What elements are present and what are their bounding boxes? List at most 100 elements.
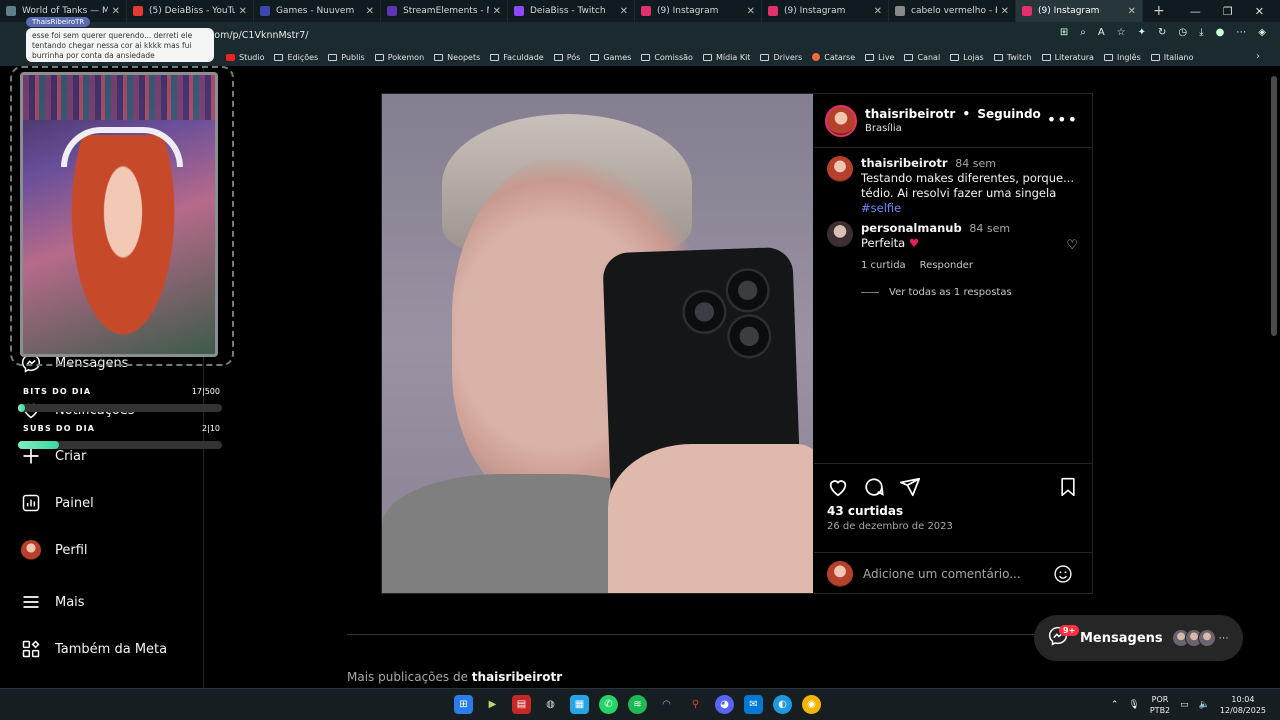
sidebar-item-tambem-da-meta[interactable]: Também da Meta	[20, 638, 167, 660]
close-tab-icon[interactable]: ✕	[874, 6, 882, 17]
browser-tab[interactable]: (9) Instagram ✕	[1016, 0, 1143, 22]
commenter-username[interactable]: personalmanub	[861, 221, 962, 235]
bookmark-item[interactable]: Catarse	[812, 53, 855, 62]
discord-icon[interactable]: ◕	[715, 695, 734, 714]
emoji-picker-icon[interactable]	[1053, 564, 1073, 584]
caption-avatar[interactable]	[827, 156, 853, 182]
bookmark-item[interactable]: Drivers	[760, 53, 802, 62]
clock[interactable]: 10:04 12/08/2025	[1220, 694, 1266, 716]
profile-avatar-icon[interactable]: ●	[1216, 27, 1225, 38]
zoom-icon[interactable]: ⌕	[1080, 27, 1086, 38]
bookmark-item[interactable]: Literatura	[1041, 53, 1094, 62]
bookmark-item[interactable]: Live	[865, 53, 894, 62]
new-tab-button[interactable]: +	[1143, 3, 1175, 19]
author-avatar[interactable]	[825, 104, 857, 137]
close-tab-icon[interactable]: ✕	[239, 6, 247, 17]
page-scrollbar[interactable]	[1271, 76, 1277, 336]
outlook-icon[interactable]: ✉	[744, 695, 763, 714]
bookmark-item[interactable]: Italiano	[1150, 53, 1194, 62]
spotify-icon[interactable]: ≋	[628, 695, 647, 714]
maximize-button[interactable]: ❐	[1223, 5, 1233, 18]
messages-floating-button[interactable]: Mensagens ⋯	[1034, 615, 1243, 661]
edge-icon[interactable]: ◐	[773, 695, 792, 714]
browser-tab[interactable]: (5) DeiaBiss - YouTube ✕	[127, 0, 254, 22]
post-photo[interactable]	[382, 94, 813, 593]
browser-tab[interactable]: (9) Instagram ✕	[762, 0, 889, 22]
whatsapp-icon[interactable]: ✆	[599, 695, 618, 714]
bookmark-item[interactable]: Canal	[904, 53, 940, 62]
minimize-button[interactable]: —	[1190, 5, 1201, 18]
caption-username[interactable]: thaisribeirotr	[861, 156, 948, 170]
sidebar-item-mais[interactable]: Mais	[20, 591, 85, 613]
bookmark-item[interactable]: Games	[590, 53, 631, 62]
bookmark-item[interactable]: Twitch	[993, 53, 1032, 62]
commenter-avatar[interactable]	[827, 221, 853, 247]
favorite-star-icon[interactable]: ☆	[1117, 27, 1126, 38]
like-heart-icon[interactable]	[827, 476, 849, 502]
start-windows-icon[interactable]: ⊞	[454, 695, 473, 714]
bookmark-item[interactable]: Pós	[553, 53, 580, 62]
chevron-up-icon[interactable]: ⌃	[1111, 700, 1119, 710]
bookmark-item[interactable]: Neopets	[434, 53, 480, 62]
comment-input[interactable]: Adicione um comentário...	[863, 567, 1053, 581]
bookmark-item[interactable]: Publis	[328, 53, 365, 62]
more-options-icon[interactable]: •••	[1047, 110, 1078, 129]
likes-count[interactable]: 43 curtidas	[827, 504, 903, 518]
url-text[interactable]: n.com/p/C1VknnMstr7/	[200, 30, 309, 41]
wallpaper-app-icon[interactable]: ◠	[657, 695, 676, 714]
view-replies-button[interactable]: Ver todas as 1 respostas	[861, 287, 1012, 298]
bookmark-item[interactable]: Edições	[274, 53, 318, 62]
notes-app-icon[interactable]: ▦	[570, 695, 589, 714]
browser-tab[interactable]: cabelo vermelho - Pesq ✕	[889, 0, 1016, 22]
author-username[interactable]: thaisribeirotr	[865, 107, 955, 121]
browser-tab[interactable]: Games - Nuuvem ✕	[254, 0, 381, 22]
bookmark-item[interactable]: Pokemon	[374, 53, 424, 62]
close-tab-icon[interactable]: ✕	[493, 6, 501, 17]
close-tab-icon[interactable]: ✕	[620, 6, 628, 17]
copilot-icon[interactable]: ◈	[1258, 27, 1266, 38]
refresh-icon[interactable]: ↻	[1158, 27, 1166, 38]
follow-state-button[interactable]: Seguindo	[977, 107, 1040, 121]
post-location[interactable]: Brasília	[865, 123, 1041, 134]
read-aloud-icon[interactable]: A	[1098, 27, 1105, 38]
close-tab-icon[interactable]: ✕	[366, 6, 374, 17]
bookmark-item[interactable]: Faculdade	[490, 53, 544, 62]
maps-pin-icon[interactable]: ⚲	[686, 695, 705, 714]
app-available-icon[interactable]: ⊞	[1060, 27, 1068, 38]
keyboard-language[interactable]: POR PTB2	[1150, 694, 1170, 716]
media-player-icon[interactable]: ▶	[483, 695, 502, 714]
sidebar-item-painel[interactable]: Painel	[20, 492, 94, 514]
download-icon[interactable]: ⤓	[1199, 27, 1203, 38]
bookmark-item[interactable]: Inglês	[1103, 53, 1141, 62]
bookmark-item[interactable]: Mídia Kit	[702, 53, 750, 62]
close-tab-icon[interactable]: ✕	[1128, 6, 1136, 17]
chevron-right-icon[interactable]: ›	[1256, 51, 1260, 62]
extensions-icon[interactable]: ✦	[1138, 27, 1146, 38]
browser-tab[interactable]: DeiaBiss - Twitch ✕	[508, 0, 635, 22]
bookmark-icon[interactable]	[1058, 476, 1078, 502]
more-menu-icon[interactable]: ⋯	[1236, 27, 1246, 38]
more-posts-user[interactable]: thaisribeirotr	[472, 670, 562, 684]
speaker-icon[interactable]: 🔈	[1199, 700, 1210, 710]
history-icon[interactable]: ◷	[1178, 27, 1187, 38]
comment-bubble-icon[interactable]	[863, 476, 885, 502]
share-send-icon[interactable]	[899, 476, 921, 502]
browser-tab[interactable]: (9) Instagram ✕	[635, 0, 762, 22]
close-tab-icon[interactable]: ✕	[1001, 6, 1009, 17]
network-icon[interactable]: ▭	[1180, 700, 1189, 710]
close-window-button[interactable]: ✕	[1255, 5, 1264, 18]
bookmark-item[interactable]: Comissão	[641, 53, 693, 62]
chrome-icon[interactable]: ◉	[802, 695, 821, 714]
chrome-dev-icon[interactable]: ◍	[541, 695, 560, 714]
close-tab-icon[interactable]: ✕	[747, 6, 755, 17]
caption-hashtag[interactable]: #selfie	[861, 201, 901, 215]
reply-button[interactable]: Responder	[920, 258, 973, 273]
comment-likes[interactable]: 1 curtida	[861, 258, 906, 273]
browser-tab[interactable]: StreamElements - My d ✕	[381, 0, 508, 22]
sidebar-item-perfil[interactable]: Perfil	[20, 539, 88, 561]
news-app-icon[interactable]: ▤	[512, 695, 531, 714]
bookmark-item[interactable]: Studio	[226, 53, 264, 62]
comment-like-heart-icon[interactable]: ♡	[1066, 238, 1078, 253]
close-tab-icon[interactable]: ✕	[112, 6, 120, 17]
microphone-icon[interactable]: 🎙	[1128, 700, 1139, 710]
